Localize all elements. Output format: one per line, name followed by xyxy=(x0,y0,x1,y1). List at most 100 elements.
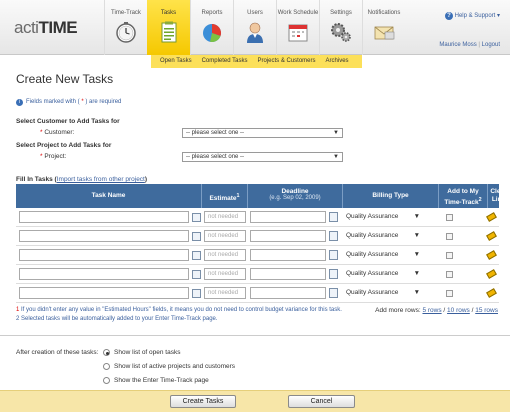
user-name-link[interactable]: Maurice Moss xyxy=(439,42,476,48)
table-row: not needed Quality Assurance ▼ xyxy=(16,265,499,284)
tasks-icon xyxy=(161,21,176,43)
page-title: Create New Tasks xyxy=(16,72,114,86)
clock-icon xyxy=(116,22,136,43)
create-tasks-button[interactable]: Create Tasks xyxy=(170,395,236,408)
divider xyxy=(0,335,510,336)
task-name-input[interactable] xyxy=(19,211,189,223)
nav-settings[interactable]: Settings xyxy=(319,0,362,55)
estimate-input[interactable]: not needed xyxy=(204,287,246,299)
table-row: not needed Quality Assurance ▼ xyxy=(16,227,499,246)
deadline-input[interactable] xyxy=(250,230,326,242)
calendar-icon[interactable] xyxy=(329,269,338,279)
user-box: Maurice Moss | Logout xyxy=(439,42,500,48)
deadline-input[interactable] xyxy=(250,249,326,261)
nav-reports[interactable]: Reports xyxy=(190,0,233,55)
subnav-projects-customers[interactable]: Projects & Customers xyxy=(253,55,321,68)
deadline-input[interactable] xyxy=(250,268,326,280)
col-estimate: Estimate1 xyxy=(202,184,248,208)
subnav-completed-tasks[interactable]: Completed Tasks xyxy=(197,55,253,68)
add-to-time-track-checkbox[interactable] xyxy=(446,290,453,297)
add-to-time-track-checkbox[interactable] xyxy=(446,233,453,240)
import-tasks-link[interactable]: Import tasks from other project xyxy=(57,176,145,183)
estimate-input[interactable]: not needed xyxy=(204,268,246,280)
chevron-down-icon: ▼ xyxy=(333,154,339,160)
subnav-archives[interactable]: Archives xyxy=(321,55,354,68)
eraser-icon[interactable] xyxy=(486,288,497,298)
project-select[interactable]: -- please select one -- ▼ xyxy=(182,152,343,162)
nav-time-track[interactable]: Time-Track xyxy=(104,0,147,55)
table-row: not needed Quality Assurance ▼ xyxy=(16,208,499,227)
billing-type-select[interactable]: Quality Assurance ▼ xyxy=(344,230,422,242)
chevron-down-icon: ▼ xyxy=(413,251,420,258)
nav-label: Work Schedule xyxy=(277,10,319,16)
add-10-rows-link[interactable]: 10 rows xyxy=(447,307,470,314)
col-task-name: Task Name xyxy=(16,184,202,208)
task-name-input[interactable] xyxy=(19,287,189,299)
deadline-input[interactable] xyxy=(250,211,326,223)
help-support-link[interactable]: ? Help & Support ▾ xyxy=(444,12,500,20)
edit-description-icon[interactable] xyxy=(192,270,201,279)
eraser-icon[interactable] xyxy=(486,231,497,241)
nav-work-schedule[interactable]: Work Schedule xyxy=(276,0,319,55)
edit-description-icon[interactable] xyxy=(192,289,201,298)
estimate-input[interactable]: not needed xyxy=(204,249,246,261)
logout-link[interactable]: Logout xyxy=(482,42,500,48)
nav-tasks[interactable]: Tasks xyxy=(147,0,190,55)
billing-type-select[interactable]: Quality Assurance ▼ xyxy=(344,211,422,223)
radio-label-open-tasks: Show list of open tasks xyxy=(114,349,181,356)
billing-type-select[interactable]: Quality Assurance ▼ xyxy=(344,268,422,280)
radio-open-tasks[interactable] xyxy=(103,349,110,356)
add-to-time-track-checkbox[interactable] xyxy=(446,252,453,259)
edit-description-icon[interactable] xyxy=(192,251,201,260)
eraser-icon[interactable] xyxy=(486,250,497,260)
calendar-icon[interactable] xyxy=(329,288,338,298)
col-add-to-time-track: Add to My Time-Track2 xyxy=(439,184,488,208)
add-to-time-track-checkbox[interactable] xyxy=(446,271,453,278)
nav-label: Reports xyxy=(201,10,223,16)
chevron-down-icon: ▼ xyxy=(333,130,339,136)
sub-nav: Open Tasks Completed Tasks Projects & Cu… xyxy=(151,55,362,68)
customer-section-title: Select Customer to Add Tasks for xyxy=(16,118,120,125)
table-row: not needed Quality Assurance ▼ xyxy=(16,246,499,265)
calendar-icon[interactable] xyxy=(329,212,338,222)
estimate-input[interactable]: not needed xyxy=(204,230,246,242)
tasks-table-header: Task Name Estimate1 Deadline (e.g. Sep 02… xyxy=(16,184,507,208)
eraser-icon[interactable] xyxy=(486,212,497,222)
task-name-input[interactable] xyxy=(19,230,189,242)
app-logo[interactable]: actiTIME xyxy=(14,18,78,38)
add-15-rows-link[interactable]: 15 rows xyxy=(475,307,498,314)
billing-type-select[interactable]: Quality Assurance ▼ xyxy=(344,249,422,261)
task-name-input[interactable] xyxy=(19,249,189,261)
pie-chart-icon xyxy=(203,23,222,43)
edit-description-icon[interactable] xyxy=(192,213,201,222)
gears-icon xyxy=(331,23,351,42)
estimate-input[interactable]: not needed xyxy=(204,211,246,223)
nav-notifications[interactable]: Notifications xyxy=(362,0,405,55)
main-nav: Time-Track Tasks Reports Users Work Sche… xyxy=(104,0,405,55)
cancel-button[interactable]: Cancel xyxy=(288,395,355,408)
calendar-icon[interactable] xyxy=(329,231,338,241)
nav-users[interactable]: Users xyxy=(233,0,276,55)
radio-label-projects-customers: Show list of active projects and custome… xyxy=(114,363,236,370)
calendar-icon[interactable] xyxy=(329,250,338,260)
eraser-icon[interactable] xyxy=(486,269,497,279)
edit-description-icon[interactable] xyxy=(192,232,201,241)
task-name-input[interactable] xyxy=(19,268,189,280)
deadline-input[interactable] xyxy=(250,287,326,299)
subnav-open-tasks[interactable]: Open Tasks xyxy=(155,55,197,68)
envelope-icon xyxy=(374,26,395,40)
radio-time-track[interactable] xyxy=(103,377,110,384)
billing-type-select[interactable]: Quality Assurance ▼ xyxy=(344,287,422,299)
chevron-down-icon: ▼ xyxy=(413,289,420,296)
col-deadline: Deadline (e.g. Sep 02, 2009) xyxy=(248,184,343,208)
radio-projects-customers[interactable] xyxy=(103,363,110,370)
add-5-rows-link[interactable]: 5 rows xyxy=(422,307,441,314)
help-icon: ? xyxy=(444,12,453,20)
user-icon xyxy=(247,22,263,43)
nav-label: Settings xyxy=(330,10,352,16)
customer-select[interactable]: -- please select one -- ▼ xyxy=(182,128,343,138)
nav-label: Notifications xyxy=(367,10,401,16)
add-to-time-track-checkbox[interactable] xyxy=(446,214,453,221)
footnote-time-track: 2 Selected tasks will be automatically a… xyxy=(16,316,218,322)
info-icon: i xyxy=(16,99,23,106)
